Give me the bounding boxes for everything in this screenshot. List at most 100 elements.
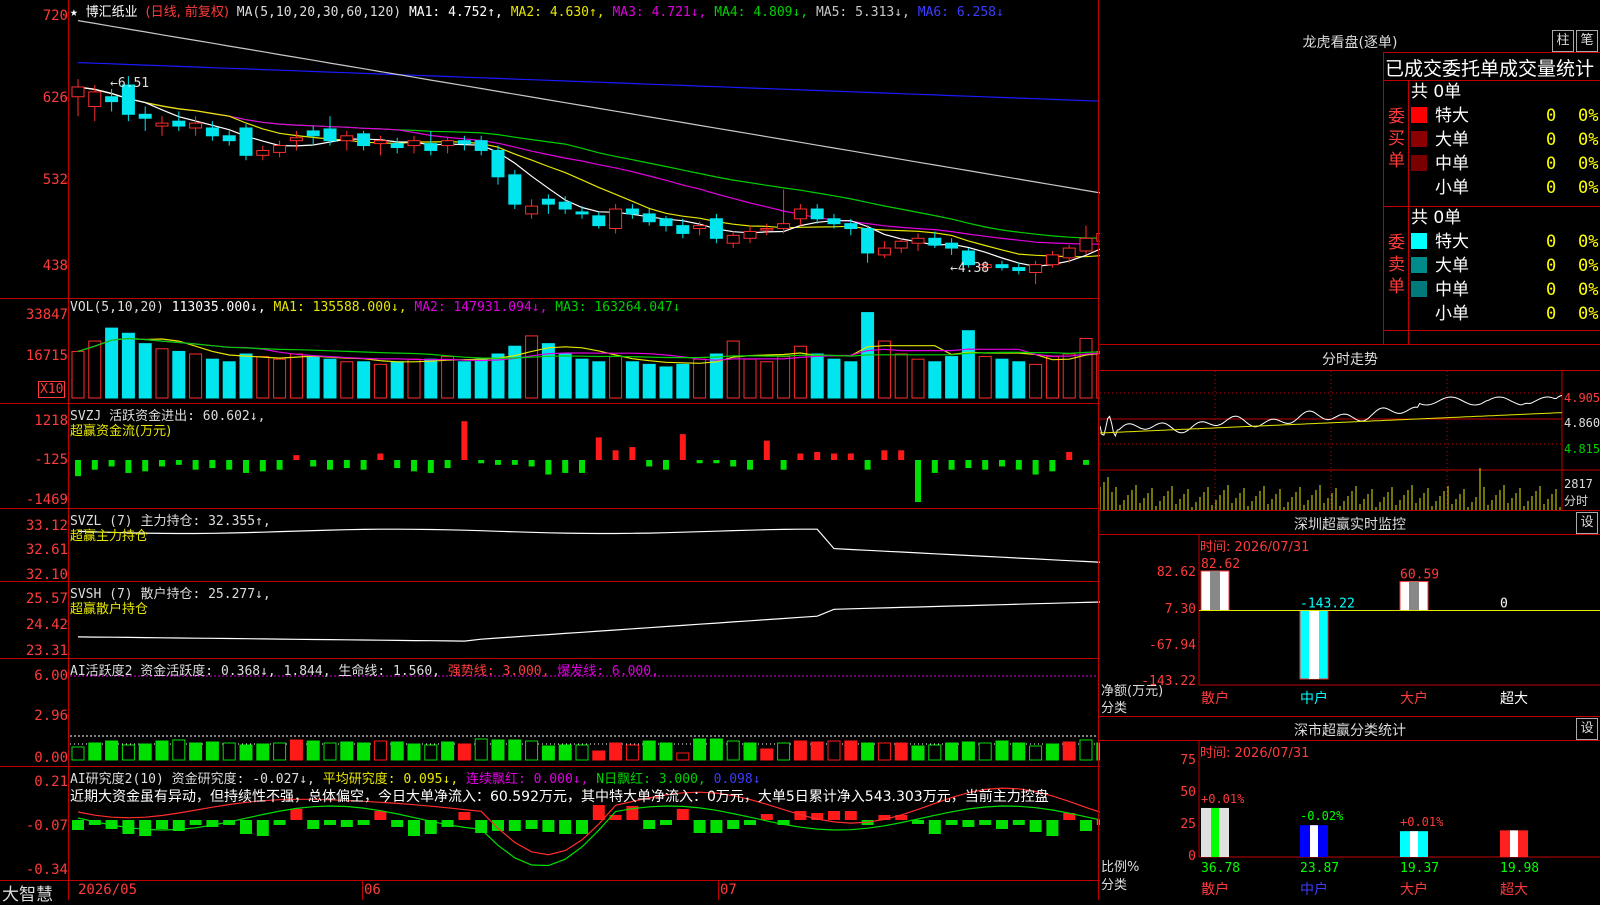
- fl-category: 超大: [1500, 882, 1528, 898]
- candle-down: [206, 128, 218, 136]
- candle-up: [274, 146, 286, 153]
- panel-separator: [0, 298, 1100, 299]
- candle-down: [492, 150, 504, 176]
- activity-bar: [72, 747, 84, 760]
- research-bar: [290, 809, 302, 820]
- candle-down: [475, 141, 487, 151]
- candle-up: [878, 248, 890, 255]
- right-separator: [1100, 510, 1600, 511]
- intraday-chart[interactable]: [1100, 371, 1600, 510]
- volume-bar: [727, 341, 739, 398]
- candle-up: [794, 209, 806, 219]
- research-bar: [475, 820, 487, 833]
- money-flow-bar: [747, 460, 753, 470]
- volume-bar: [1063, 354, 1075, 398]
- row-name: 小单: [1435, 304, 1469, 324]
- row-percent: 0%: [1578, 302, 1598, 326]
- stat-border: [1383, 330, 1600, 331]
- y-tick: 16715: [0, 348, 68, 364]
- volume-bar: [257, 357, 269, 398]
- volume-bar: [593, 362, 605, 398]
- candle-up: [257, 150, 269, 155]
- activity-bar: [408, 744, 420, 760]
- stat-title: 已成交委托单成交量统计: [1385, 54, 1600, 81]
- y-tick: 2.96: [0, 708, 68, 724]
- fl-settings-button[interactable]: 设: [1576, 718, 1598, 740]
- candle-up: [341, 136, 353, 141]
- candle-down: [862, 229, 874, 253]
- research-bar: [677, 809, 689, 820]
- volume-bar: [912, 359, 924, 398]
- activity-bar: [962, 742, 974, 760]
- volume-bar: [744, 359, 756, 398]
- ai2-research: AI研究度2(10) 资金研究度: -0.027↓,: [70, 772, 315, 787]
- activity-bar: [626, 745, 638, 760]
- research-bar: [996, 820, 1008, 829]
- ma3-value: MA3: 4.721↓,: [612, 5, 706, 20]
- activity-bar: [660, 743, 672, 760]
- y-tick: -125: [0, 452, 68, 468]
- activity-bar: [845, 741, 857, 760]
- fl-tick: 50: [1100, 785, 1196, 800]
- bar-mode-button[interactable]: 柱: [1552, 30, 1574, 52]
- retail-holding-line: [78, 602, 1100, 641]
- volume-bar: [475, 359, 487, 398]
- research-bar: [324, 820, 336, 825]
- vol-ma1: MA1: 135588.000↓,: [274, 300, 407, 315]
- candle-up: [744, 231, 756, 238]
- volume-bar: [643, 364, 655, 398]
- money-flow-bar: [142, 460, 148, 471]
- money-flow-bar: [545, 460, 551, 475]
- sz-bar-label: 60.59: [1400, 568, 1439, 583]
- money-flow-bar: [327, 460, 333, 470]
- ma5-line: [78, 87, 1100, 266]
- candle-down: [593, 216, 605, 226]
- candle-down: [660, 219, 672, 226]
- money-flow-bar: [344, 460, 350, 468]
- sell-row-3: 小单: [1411, 302, 1469, 326]
- ai1-strong-line: 强势线: 3.000,: [448, 664, 550, 679]
- ma-params: MA(5,10,20,30,60,120): [237, 5, 401, 20]
- money-flow-bar: [881, 450, 887, 460]
- y-tick: 32.10: [0, 567, 68, 583]
- candle-up: [526, 206, 538, 214]
- volume-bar: [694, 359, 706, 398]
- candle-down: [324, 129, 336, 141]
- panel-separator: [0, 403, 1100, 404]
- candle-up: [694, 226, 706, 229]
- money-flow-bar: [713, 460, 719, 463]
- kline-chart[interactable]: [0, 0, 1100, 900]
- sz-settings-button[interactable]: 设: [1576, 512, 1598, 534]
- row-name: 中单: [1435, 280, 1469, 300]
- candle-down: [677, 226, 689, 234]
- money-flow-bar: [411, 460, 417, 471]
- fl-axis-unit: 比例%: [1101, 856, 1139, 875]
- row-value: 0: [1546, 302, 1556, 326]
- money-flow-bar: [932, 460, 938, 473]
- sz-category: 散户: [1201, 690, 1229, 707]
- activity-bar: [391, 742, 403, 760]
- research-bar: [341, 820, 353, 827]
- money-flow-bar: [562, 460, 568, 473]
- stat-border: [1408, 80, 1409, 344]
- tick-mode-button[interactable]: 笔: [1576, 30, 1598, 52]
- research-bar: [374, 811, 386, 820]
- sz-tick: 7.30: [1100, 602, 1196, 617]
- panel-separator: [0, 581, 1100, 582]
- volume-bar: [173, 351, 185, 398]
- favorite-star-icon[interactable]: ★: [70, 5, 78, 20]
- chart-mode[interactable]: (日线, 前复权): [146, 5, 229, 20]
- row-value: 0: [1546, 176, 1556, 200]
- y-tick: 0.21: [0, 774, 68, 790]
- money-flow-bar: [428, 460, 434, 473]
- stock-name[interactable]: 博汇纸业: [86, 5, 138, 20]
- activity-bar: [156, 741, 168, 760]
- y-tick: 33.12: [0, 518, 68, 534]
- candle-down: [996, 265, 1008, 268]
- activity-bar: [542, 746, 554, 760]
- activity-bar: [710, 739, 722, 760]
- money-flow-bar: [965, 460, 971, 468]
- y-tick: 24.42: [0, 617, 68, 633]
- activity-bar: [274, 743, 286, 760]
- candle-up: [442, 141, 454, 146]
